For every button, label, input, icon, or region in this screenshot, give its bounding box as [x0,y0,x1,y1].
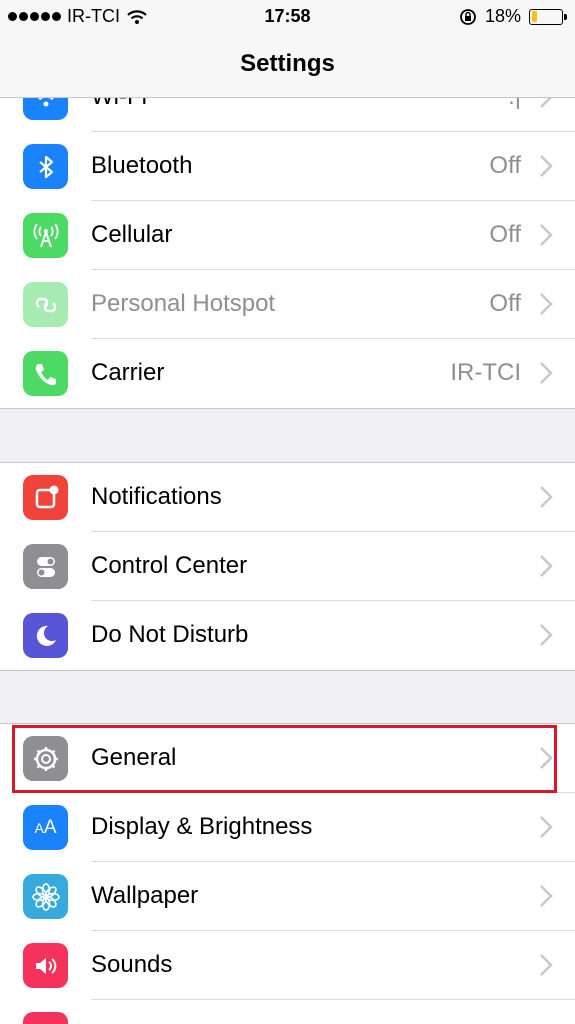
chevron-right-icon [540,293,553,315]
row-label: Carrier [91,359,165,386]
status-bar: IR-TCI 17:58 18% [0,0,575,32]
battery-percent: 18% [484,6,521,26]
general-row-highlight [12,725,557,793]
row-personal-hotspot[interactable]: Personal Hotspot Off [0,270,575,339]
rotation-lock-icon [460,8,476,25]
row-carrier[interactable]: Carrier IR-TCI [0,339,575,408]
row-control-center[interactable]: Control Center [0,532,575,601]
partial-row-icon [23,1012,68,1024]
status-right: 18% [459,6,567,27]
speaker-icon [23,943,68,988]
page-title: Settings [240,50,335,77]
chevron-right-icon [540,624,553,646]
text-size-icon: AA [23,805,68,850]
toggle-switches-icon [23,544,68,589]
row-label: Notifications [91,483,222,510]
row-label: Personal Hotspot [91,290,276,317]
phone-icon [23,351,68,396]
chevron-right-icon [540,486,553,508]
notifications-icon [23,475,68,520]
row-value: Off [489,290,521,317]
battery-icon [529,8,567,25]
row-sounds[interactable]: Sounds [0,931,575,1000]
navigation-bar: Settings [0,32,575,98]
chevron-right-icon [540,155,553,177]
row-display-brightness[interactable]: AA Display & Brightness [0,793,575,862]
row-value: Off [489,221,521,248]
group-bottom-border [0,670,575,671]
chevron-right-icon [540,555,553,577]
row-do-not-disturb[interactable]: Do Not Disturb [0,601,575,670]
row-label: Display & Brightness [91,813,313,840]
row-value: Off [489,152,521,179]
chevron-right-icon [540,224,553,246]
row-cellular[interactable]: Cellular Off [0,201,575,270]
chevron-right-icon [540,885,553,907]
row-label: Control Center [91,552,248,579]
row-label: Bluetooth [91,152,193,179]
row-label: Cellular [91,221,173,248]
chevron-right-icon [540,362,553,384]
row-value: IR-TCI [450,359,521,386]
hotspot-link-icon [23,282,68,327]
chevron-right-icon [540,954,553,976]
chevron-right-icon [540,816,553,838]
row-notifications[interactable]: Notifications [0,463,575,532]
group-bottom-border [0,408,575,409]
settings-list: Wi-Fi .| Bluetooth Off Cellular Off Pers… [0,0,575,1024]
row-label: Wallpaper [91,882,199,909]
cellular-antenna-icon [23,213,68,258]
row-partial[interactable] [0,1000,575,1024]
row-label: Do Not Disturb [91,621,249,648]
moon-icon [23,613,68,658]
row-wallpaper[interactable]: Wallpaper [0,862,575,931]
bluetooth-icon [23,144,68,189]
row-bluetooth[interactable]: Bluetooth Off [0,132,575,201]
flower-icon [23,874,68,919]
row-label: Sounds [91,951,173,978]
